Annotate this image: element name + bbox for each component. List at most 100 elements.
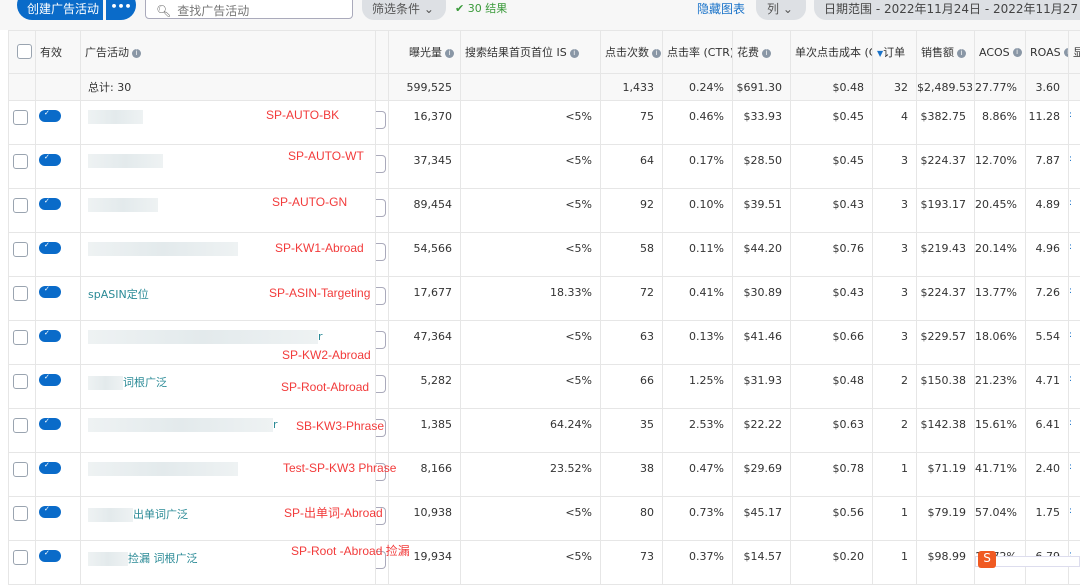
active-toggle[interactable] bbox=[36, 541, 81, 585]
row-checkbox[interactable] bbox=[9, 541, 36, 585]
search-input[interactable]: 🔍︎查找广告活动 bbox=[145, 0, 353, 19]
header-active[interactable]: 有效 bbox=[36, 31, 81, 74]
cell-clicks: 80 bbox=[601, 497, 663, 541]
row-checkbox[interactable] bbox=[9, 277, 36, 321]
row-checkbox[interactable] bbox=[9, 365, 36, 409]
cell-ctr: 0.37% bbox=[663, 541, 733, 585]
cell-is: <5% bbox=[461, 365, 601, 409]
columns-dropdown[interactable]: 列 ⌄ bbox=[756, 0, 806, 20]
row-checkbox[interactable] bbox=[9, 321, 36, 365]
header-clicks[interactable]: 点击次数i bbox=[601, 31, 663, 74]
cell-sales: $382.75 bbox=[917, 101, 975, 145]
more-cell[interactable]: : bbox=[1069, 101, 1080, 145]
edit-handle[interactable] bbox=[376, 365, 389, 409]
edit-handle[interactable] bbox=[376, 189, 389, 233]
cell-acos: 18.06% bbox=[975, 321, 1026, 365]
active-toggle[interactable] bbox=[36, 189, 81, 233]
cell-sales: $224.37 bbox=[917, 145, 975, 189]
more-cell[interactable]: : bbox=[1069, 453, 1080, 497]
active-toggle[interactable] bbox=[36, 277, 81, 321]
row-checkbox[interactable] bbox=[9, 189, 36, 233]
cell-ctr: 0.10% bbox=[663, 189, 733, 233]
more-cell[interactable]: : bbox=[1069, 277, 1080, 321]
row-checkbox[interactable] bbox=[9, 233, 36, 277]
more-cell[interactable]: : bbox=[1069, 321, 1080, 365]
campaign-name: 捡漏 词根广泛 bbox=[128, 552, 198, 565]
edit-handle[interactable] bbox=[376, 101, 389, 145]
active-toggle[interactable] bbox=[36, 321, 81, 365]
header-ctr[interactable]: 点击率 (CTR) bbox=[663, 31, 733, 74]
header-cpc[interactable]: 单次点击成本 (C bbox=[791, 31, 873, 74]
more-cell[interactable]: : bbox=[1069, 409, 1080, 453]
campaign-annotation: SP-Root -Abroad 捡漏 bbox=[291, 542, 410, 559]
cell-orders: 1 bbox=[873, 541, 917, 585]
header-roas[interactable]: ROASi bbox=[1026, 31, 1069, 74]
header-acos[interactable]: ACOSi bbox=[975, 31, 1026, 74]
more-cell[interactable]: : bbox=[1069, 233, 1080, 277]
active-toggle[interactable] bbox=[36, 365, 81, 409]
active-toggle[interactable] bbox=[36, 409, 81, 453]
cell-roas: 4.71 bbox=[1026, 365, 1069, 409]
columns-label: 列 bbox=[767, 2, 779, 16]
redacted-block bbox=[88, 508, 133, 522]
edit-handle[interactable] bbox=[376, 321, 389, 365]
more-cell[interactable]: : bbox=[1069, 365, 1080, 409]
table-header: 有效 广告活动i 曝光量i 搜索结果首页首位 ISi 点击次数i 点击率 (CT… bbox=[9, 31, 1080, 74]
cell-sales: $224.37 bbox=[917, 277, 975, 321]
total-impressions: 599,525 bbox=[389, 74, 461, 101]
cell-impressions: 1,385 bbox=[389, 409, 461, 453]
create-campaign-button[interactable]: 创建广告活动 bbox=[17, 0, 103, 20]
header-top-of-search-is[interactable]: 搜索结果首页首位 ISi bbox=[461, 31, 601, 74]
cell-sales: $98.99 bbox=[917, 541, 975, 585]
table-row: 词根广泛5,282<5%661.25%$31.93$0.482$150.3821… bbox=[9, 365, 1080, 409]
header-orders[interactable]: ▼订单 bbox=[873, 31, 917, 74]
header-impressions[interactable]: 曝光量i bbox=[389, 31, 461, 74]
total-row: 总计: 30 599,525 1,433 0.24% $691.30 $0.48… bbox=[9, 74, 1080, 101]
filter-dropdown[interactable]: 筛选条件 ⌄ bbox=[362, 0, 446, 20]
cell-is: <5% bbox=[461, 101, 601, 145]
header-spend[interactable]: 花费i bbox=[733, 31, 791, 74]
row-checkbox[interactable] bbox=[9, 145, 36, 189]
table-row: 捡漏 词根广泛19,934<5%730.37%$14.57$0.201$98.9… bbox=[9, 541, 1080, 585]
date-range-button[interactable]: 日期范围 - 2022年11月24日 - 2022年11月27日 bbox=[814, 0, 1080, 20]
search-icon: 🔍︎ bbox=[156, 4, 171, 18]
active-toggle[interactable] bbox=[36, 497, 81, 541]
active-toggle[interactable] bbox=[36, 453, 81, 497]
hide-chart-link[interactable]: 隐藏图表 bbox=[697, 0, 745, 17]
header-more[interactable]: 显 bbox=[1069, 31, 1080, 74]
active-toggle[interactable] bbox=[36, 101, 81, 145]
active-toggle[interactable] bbox=[36, 145, 81, 189]
table-row: r1,38564.24%352.53%$22.22$0.632$142.3815… bbox=[9, 409, 1080, 453]
cell-cpc: $0.43 bbox=[791, 277, 873, 321]
info-icon: i bbox=[762, 49, 771, 58]
cell-cpc: $0.76 bbox=[791, 233, 873, 277]
cell-acos: 12.70% bbox=[975, 145, 1026, 189]
cell-ctr: 2.53% bbox=[663, 409, 733, 453]
check-icon: ✔ bbox=[455, 2, 464, 15]
cell-roas: 11.28 bbox=[1026, 101, 1069, 145]
chevron-down-icon: ⌄ bbox=[424, 2, 434, 16]
edit-handle[interactable] bbox=[376, 233, 389, 277]
more-cell[interactable]: : bbox=[1069, 497, 1080, 541]
more-options-button[interactable]: ••• bbox=[106, 0, 136, 20]
edit-handle[interactable] bbox=[376, 145, 389, 189]
cell-ctr: 0.47% bbox=[663, 453, 733, 497]
total-sales: $2,489.53 bbox=[917, 74, 975, 101]
info-icon: i bbox=[445, 49, 454, 58]
row-checkbox[interactable] bbox=[9, 497, 36, 541]
cell-cpc: $0.78 bbox=[791, 453, 873, 497]
cell-clicks: 35 bbox=[601, 409, 663, 453]
row-checkbox[interactable] bbox=[9, 409, 36, 453]
cell-sales: $193.17 bbox=[917, 189, 975, 233]
row-checkbox[interactable] bbox=[9, 453, 36, 497]
cell-roas: 7.26 bbox=[1026, 277, 1069, 321]
edit-handle[interactable] bbox=[376, 277, 389, 321]
more-cell[interactable]: : bbox=[1069, 189, 1080, 233]
active-toggle[interactable] bbox=[36, 233, 81, 277]
cell-spend: $22.22 bbox=[733, 409, 791, 453]
header-sales[interactable]: 销售额i bbox=[917, 31, 975, 74]
select-all-checkbox[interactable] bbox=[9, 31, 36, 74]
header-campaign[interactable]: 广告活动i bbox=[81, 31, 376, 74]
more-cell[interactable]: : bbox=[1069, 145, 1080, 189]
row-checkbox[interactable] bbox=[9, 101, 36, 145]
